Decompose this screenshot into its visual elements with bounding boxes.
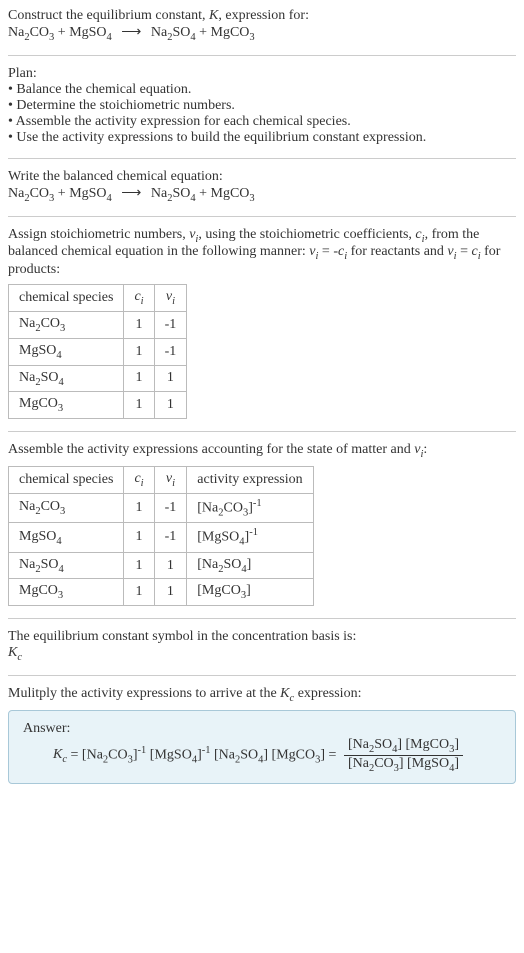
col-species: chemical species (9, 285, 124, 312)
divider (8, 675, 516, 676)
cell-species: Na2CO3 (9, 311, 124, 338)
cell-species: Na2SO4 (9, 365, 124, 392)
fraction-denominator: [Na2CO3] [MgSO4] (344, 756, 463, 774)
col-ci: ci (124, 466, 154, 493)
intro-text-2: , expression for: (218, 8, 309, 23)
cell-activity: [MgCO3] (187, 579, 313, 606)
cell-v: 1 (154, 552, 187, 579)
activity-text: Assemble the activity expressions accoun… (8, 442, 427, 457)
plan-bullet-3: • Assemble the activity expression for e… (8, 114, 516, 130)
multiply-text: Mulitply the activity expressions to arr… (8, 686, 361, 701)
arrow-icon: ⟶ (121, 25, 141, 40)
cell-c: 1 (124, 493, 154, 522)
table-row: Na2CO3 1 -1 [Na2CO3]-1 (9, 493, 314, 522)
equation-balanced: Na2CO3 + MgSO4 ⟶ Na2SO4 + MgCO3 (8, 186, 255, 201)
plan-section: Plan: • Balance the chemical equation. •… (8, 66, 516, 146)
cell-activity: [Na2CO3]-1 (187, 493, 313, 522)
divider (8, 618, 516, 619)
cell-c: 1 (124, 365, 154, 392)
cell-c: 1 (124, 523, 154, 552)
cell-v: -1 (154, 311, 187, 338)
cell-c: 1 (124, 392, 154, 419)
plan-bullet-2: • Determine the stoichiometric numbers. (8, 98, 516, 114)
table-row: MgSO4 1 -1 (9, 338, 187, 365)
col-vi: νi (154, 285, 187, 312)
table-row: Na2CO3 1 -1 (9, 311, 187, 338)
cell-species: MgSO4 (9, 523, 124, 552)
plan-bullet-1: • Balance the chemical equation. (8, 82, 516, 98)
table-header-row: chemical species ci νi activity expressi… (9, 466, 314, 493)
equation-unbalanced: Na2CO3 + MgSO4 ⟶ Na2SO4 + MgCO3 (8, 25, 255, 40)
cell-c: 1 (124, 311, 154, 338)
activity-table: chemical species ci νi activity expressi… (8, 466, 314, 606)
cell-v: 1 (154, 365, 187, 392)
divider (8, 55, 516, 56)
table-row: MgCO3 1 1 [MgCO3] (9, 579, 314, 606)
table-row: Na2SO4 1 1 [Na2SO4] (9, 552, 314, 579)
col-ci: ci (124, 285, 154, 312)
table-header-row: chemical species ci νi (9, 285, 187, 312)
answer-label: Answer: (23, 721, 501, 737)
activity-section: Assemble the activity expressions accoun… (8, 442, 516, 606)
col-activity: activity expression (187, 466, 313, 493)
balanced-title: Write the balanced chemical equation: (8, 169, 516, 185)
answer-box: Answer: Kc = [Na2CO3]-1 [MgSO4]-1 [Na2SO… (8, 710, 516, 785)
k-symbol: K (209, 8, 218, 23)
cell-species: MgSO4 (9, 338, 124, 365)
table-row: Na2SO4 1 1 (9, 365, 187, 392)
table-row: MgCO3 1 1 (9, 392, 187, 419)
plan-title: Plan: (8, 66, 516, 82)
balanced-section: Write the balanced chemical equation: Na… (8, 169, 516, 204)
divider (8, 216, 516, 217)
stoich-section: Assign stoichiometric numbers, νi, using… (8, 227, 516, 420)
fraction: [Na2SO4] [MgCO3] [Na2CO3] [MgSO4] (344, 737, 463, 774)
cell-activity: [MgSO4]-1 (187, 523, 313, 552)
intro-section: Construct the equilibrium constant, K, e… (8, 8, 516, 43)
cell-v: -1 (154, 523, 187, 552)
cell-c: 1 (124, 579, 154, 606)
cell-activity: [Na2SO4] (187, 552, 313, 579)
stoich-table: chemical species ci νi Na2CO3 1 -1 MgSO4… (8, 284, 187, 419)
cell-v: -1 (154, 338, 187, 365)
multiply-section: Mulitply the activity expressions to arr… (8, 686, 516, 784)
plan-bullet-4: • Use the activity expressions to build … (8, 130, 516, 146)
stoich-text: Assign stoichiometric numbers, νi, using… (8, 227, 500, 278)
cell-v: 1 (154, 579, 187, 606)
fraction-numerator: [Na2SO4] [MgCO3] (344, 737, 463, 756)
col-species: chemical species (9, 466, 124, 493)
cell-v: 1 (154, 392, 187, 419)
cell-species: MgCO3 (9, 392, 124, 419)
answer-equation: Kc = [Na2CO3]-1 [MgSO4]-1 [Na2SO4] [MgCO… (53, 737, 501, 774)
intro-text-1: Construct the equilibrium constant, (8, 8, 209, 23)
divider (8, 431, 516, 432)
arrow-icon: ⟶ (121, 186, 141, 201)
cell-species: MgCO3 (9, 579, 124, 606)
table-row: MgSO4 1 -1 [MgSO4]-1 (9, 523, 314, 552)
cell-c: 1 (124, 338, 154, 365)
kc-symbol-section: The equilibrium constant symbol in the c… (8, 629, 516, 663)
cell-c: 1 (124, 552, 154, 579)
cell-species: Na2SO4 (9, 552, 124, 579)
divider (8, 158, 516, 159)
cell-v: -1 (154, 493, 187, 522)
kc-symbol-text: The equilibrium constant symbol in the c… (8, 629, 516, 645)
cell-species: Na2CO3 (9, 493, 124, 522)
kc-symbol: Kc (8, 645, 516, 663)
col-vi: νi (154, 466, 187, 493)
